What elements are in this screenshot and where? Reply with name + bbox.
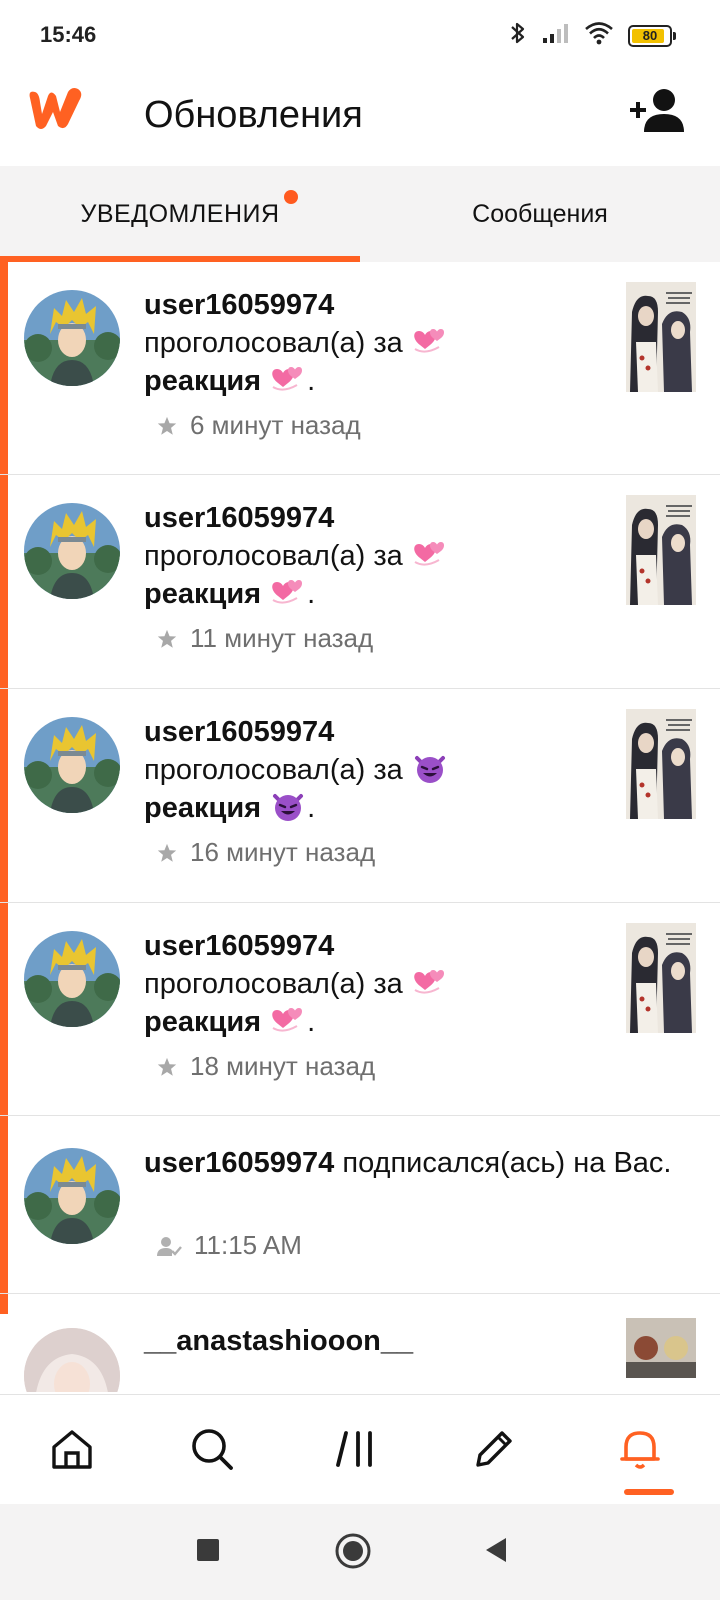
search-icon[interactable] — [184, 1421, 240, 1477]
two-hearts-icon — [411, 325, 449, 357]
status-time: 15:46 — [40, 22, 97, 47]
notification-reaction[interactable]: реакция — [144, 578, 261, 610]
home-icon[interactable] — [44, 1421, 100, 1477]
notification-text: user16059974 подписался(ась) на Вас. — [144, 1144, 684, 1182]
notification-reaction[interactable]: реакция — [144, 365, 261, 397]
page-title: Обновления — [144, 94, 363, 136]
write-icon[interactable] — [466, 1421, 522, 1477]
notification-username[interactable]: user16059974 — [144, 499, 544, 537]
tab-messages[interactable]: Сообщения — [360, 166, 720, 262]
wattpad-logo[interactable] — [24, 84, 88, 139]
app-header: Обновления — [0, 70, 720, 166]
two-hearts-icon — [269, 576, 307, 608]
notification-meta: 6 минут назад — [156, 410, 361, 441]
bottom-navigation — [0, 1394, 720, 1504]
story-thumbnail[interactable] — [626, 495, 696, 605]
notification-username[interactable]: user16059974 — [144, 927, 544, 965]
notification-action: проголосовал(а) за — [144, 327, 403, 359]
notification-meta: 18 минут назад — [156, 1051, 375, 1082]
notification-reaction[interactable]: реакция — [144, 792, 261, 824]
bluetooth-icon — [508, 20, 528, 51]
notification-username[interactable]: user16059974 — [144, 1147, 334, 1179]
story-thumbnail[interactable] — [626, 1318, 696, 1378]
notification-time: 6 минут назад — [190, 410, 361, 440]
notification-time: 18 минут назад — [190, 1051, 376, 1081]
notification-text: user16059974 проголосовал(а) за реакция … — [144, 713, 544, 827]
notification-action: подписался(ась) на Вас. — [342, 1147, 672, 1179]
active-nav-indicator — [624, 1489, 674, 1495]
tab-bar: УВЕДОМЛЕНИЯ Сообщения — [0, 166, 720, 262]
notification-action: проголосовал(а) за — [144, 754, 403, 786]
battery-icon: 80 — [628, 24, 676, 47]
avatar[interactable] — [24, 717, 120, 813]
notification-meta: 16 минут назад — [156, 837, 375, 868]
star-icon — [156, 415, 178, 437]
notification-text: user16059974 проголосовал(а) за реакция … — [144, 286, 544, 400]
tab-notifications-label: УВЕДОМЛЕНИЯ — [80, 199, 280, 228]
status-bar: 15:46 80 — [0, 0, 720, 70]
story-thumbnail[interactable] — [626, 923, 696, 1033]
notification-meta: 11 минут назад — [156, 623, 373, 654]
notification-text: __anastashiooon__ — [144, 1322, 544, 1360]
smiling-imp-icon — [411, 752, 449, 784]
add-user-icon[interactable] — [630, 86, 686, 139]
star-icon — [156, 1056, 178, 1078]
notification-item[interactable]: user16059974 проголосовал(а) за реакция … — [0, 262, 720, 475]
notification-username[interactable]: user16059974 — [144, 713, 544, 751]
notification-time: 11:15 AM — [194, 1230, 302, 1260]
two-hearts-icon — [411, 966, 449, 998]
notification-item[interactable]: user16059974 проголосовал(а) за реакция … — [0, 903, 720, 1116]
star-icon — [156, 628, 178, 650]
tab-notifications[interactable]: УВЕДОМЛЕНИЯ — [0, 166, 360, 262]
notifications-icon[interactable] — [612, 1421, 668, 1477]
notification-text: user16059974 проголосовал(а) за реакция … — [144, 499, 544, 613]
avatar[interactable] — [24, 503, 120, 599]
status-icons: 80 — [508, 20, 676, 51]
two-hearts-icon — [411, 538, 449, 570]
notification-action: проголосовал(а) за — [144, 968, 403, 1000]
system-navigation-bar — [0, 1504, 720, 1600]
avatar[interactable] — [24, 1328, 120, 1392]
notification-time: 11 минут назад — [190, 623, 374, 653]
notification-username[interactable]: user16059974 — [144, 286, 544, 324]
home-button[interactable] — [334, 1532, 372, 1575]
follow-icon — [156, 1234, 182, 1258]
notification-item[interactable]: __anastashiooon__ — [0, 1294, 720, 1392]
notification-item[interactable]: user16059974 проголосовал(а) за реакция … — [0, 475, 720, 689]
story-thumbnail[interactable] — [626, 709, 696, 819]
library-icon[interactable] — [328, 1421, 384, 1477]
avatar[interactable] — [24, 1148, 120, 1244]
signal-icon — [542, 22, 570, 49]
notification-action: проголосовал(а) за — [144, 540, 403, 572]
notification-item[interactable]: user16059974 подписался(ась) на Вас. 11:… — [0, 1116, 720, 1294]
notification-text: user16059974 проголосовал(а) за реакция … — [144, 927, 544, 1041]
notification-time: 16 минут назад — [190, 837, 376, 867]
story-thumbnail[interactable] — [626, 282, 696, 392]
wifi-icon — [584, 21, 614, 50]
avatar[interactable] — [24, 290, 120, 386]
two-hearts-icon — [269, 1004, 307, 1036]
notification-reaction[interactable]: реакция — [144, 1006, 261, 1038]
two-hearts-icon — [269, 363, 307, 395]
battery-percent: 80 — [642, 28, 658, 43]
recents-button[interactable] — [196, 1538, 220, 1567]
notification-username[interactable]: __anastashiooon__ — [144, 1322, 544, 1360]
avatar[interactable] — [24, 931, 120, 1027]
back-button[interactable] — [482, 1536, 510, 1569]
star-icon — [156, 842, 178, 864]
notification-item[interactable]: user16059974 проголосовал(а) за реакция … — [0, 689, 720, 903]
unread-badge — [284, 190, 298, 204]
smiling-imp-icon — [269, 790, 307, 822]
tab-messages-label: Сообщения — [472, 199, 608, 228]
notifications-list: user16059974 проголосовал(а) за реакция … — [0, 262, 720, 1392]
notification-meta: 11:15 AM — [156, 1230, 302, 1261]
